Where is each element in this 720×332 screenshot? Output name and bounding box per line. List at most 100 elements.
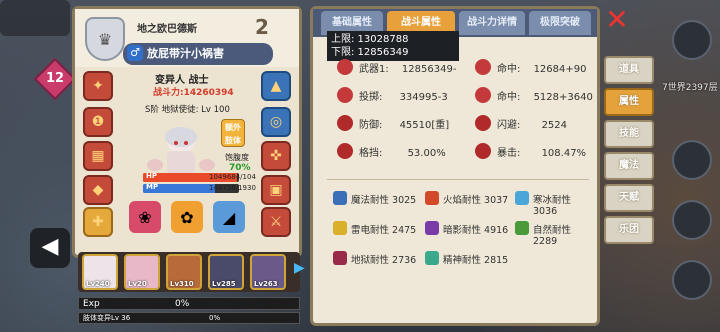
limb-mutation-value: 0% [209,314,221,322]
bottom-item-2[interactable]: ✿ [171,201,203,233]
equip-pants-slot[interactable]: ▣ [261,175,291,205]
resist-spirit: 精神耐性 2815 [443,255,509,266]
bottom-item-1[interactable]: ❀ [129,201,161,233]
resist-nature: 自然耐性 2289 [533,225,572,247]
magic-icon [333,191,347,205]
damage-limit-tooltip: 上限: 13028788 下限: 12856349 [327,31,459,61]
male-icon: ♂ [127,45,143,61]
equip-head-slot[interactable]: ✦ [83,71,113,101]
team-level: Lv285 [212,280,236,288]
equip-ring-slot[interactable]: ◎ [261,107,291,137]
team-level: Lv310 [170,280,194,288]
resist-hell: 地狱耐性 2736 [351,255,417,266]
nature-icon [515,221,529,235]
team-next-arrow-icon[interactable]: ▶ [294,260,305,276]
side-menu-items[interactable]: 道具 [604,56,654,84]
compass-icon[interactable] [672,140,712,180]
team-level: Lv240 [86,280,110,288]
limb-mutation-bar: 肢体变异Lv 36 0% [78,312,300,324]
lightning-icon [333,221,347,235]
extra-limb-button[interactable]: 额外肢体 [221,119,245,147]
stats-panel: 基础属性 战斗属性 战斗力详情 极限突破 上限: 13028788 下限: 12… [310,6,600,326]
character-number: 2 [255,15,269,39]
equip-glove-slot[interactable]: ✜ [261,141,291,171]
hunger-value: 70% [229,163,251,173]
potion-icon[interactable] [672,200,712,240]
bottom-item-3[interactable]: ◢ [213,201,245,233]
bag-icon[interactable] [672,260,712,300]
resist-lightning: 雷电耐性 2475 [351,225,417,236]
left-nav-arrow[interactable]: ◀ [30,228,70,268]
stat-dodge: 闪避: 2524 [497,120,568,131]
character-name: 地之欧巴德斯 [137,24,197,35]
target-icon [475,87,491,103]
stat-crit: 暴击: 108.47% [497,148,587,159]
character-panel: ♛ 地之欧巴德斯 ♂ 放屁带汁小祸害 2 变异人 战士 战斗力:14260394… [72,6,302,258]
shadow-icon [425,221,439,235]
tab-limit-break[interactable]: 极限突破 [529,11,591,35]
hunger-label: 饱腹度 [225,153,249,162]
team-member-2[interactable]: Lv20 [124,254,160,290]
crit-icon [475,143,491,159]
shield-icon [337,115,353,131]
team-level: Lv263 [254,280,278,288]
resist-shadow: 暗影耐性 4916 [443,225,509,236]
team-member-1[interactable]: Lv240 [82,254,118,290]
resist-magic: 魔法耐性 3025 [351,195,417,206]
tab-power-details[interactable]: 战斗力详情 [459,11,525,35]
side-menu-band[interactable]: 乐团 [604,216,654,244]
equip-weapon-slot[interactable]: ⚔ [261,207,291,237]
equip-helmet-slot[interactable]: ▲ [261,71,291,101]
team-member-4[interactable]: Lv285 [208,254,244,290]
ice-icon [515,191,529,205]
exp-label: Exp [83,299,100,309]
world-label: 7世界2397层 [662,83,718,93]
team-level: Lv20 [128,280,147,288]
mp-value: 144756/1930 [209,184,256,192]
equip-belt-slot[interactable]: ◆ [83,175,113,205]
equip-boots-slot[interactable]: ✚ [83,207,113,237]
character-header: ♛ 地之欧巴德斯 ♂ 放屁带汁小祸害 2 [75,9,299,67]
equip-neck-slot[interactable]: ❶ [83,107,113,137]
resist-fire: 火焰耐性 3037 [443,195,509,206]
team-member-5[interactable]: Lv263 [250,254,286,290]
crest-icon: ♛ [85,17,125,61]
stat-defense: 防御: 45510[重] [359,120,450,131]
map-icon[interactable] [672,20,712,60]
resist-ice: 寒冰耐性 3036 [533,195,572,217]
hell-icon [333,251,347,265]
character-title: ♂ 放屁带汁小祸害 [123,43,273,65]
top-left-hud [0,0,70,36]
lower-limit: 下限: 12856349 [331,47,409,58]
equip-armor-slot[interactable]: ▦ [83,141,113,171]
block-icon [337,143,353,159]
stats-divider [327,179,589,180]
exp-value: 0% [175,299,190,309]
character-power: 战斗力:14260394 [153,88,234,98]
limb-mutation-label: 肢体变异Lv 36 [83,314,131,322]
team-bar: Lv240 Lv20 Lv310 Lv285 Lv263 [78,252,300,292]
mp-label: MP [146,184,159,191]
stat-block: 格挡: 53.00% [359,148,446,159]
target-icon [475,59,491,75]
stat-weapon1: 武器1: 12856349- [359,64,457,75]
side-menu-talent[interactable]: 天赋 [604,184,654,212]
character-title-text: 放屁带汁小祸害 [147,47,224,60]
dodge-icon [475,115,491,131]
close-icon[interactable]: ✕ [604,6,630,34]
team-member-3[interactable]: Lv310 [166,254,202,290]
fire-icon [425,191,439,205]
hp-value: 1049684/104 [209,173,256,181]
side-menu-skills[interactable]: 技能 [604,120,654,148]
stat-throw: 投掷: 334995-3 [359,92,448,103]
side-menu-magic[interactable]: 魔法 [604,152,654,180]
upper-limit: 上限: 13028788 [331,34,409,45]
stat-accuracy-2: 命中: 5128+3640 [497,92,593,103]
sword-icon [337,59,353,75]
hp-label: HP [146,173,157,180]
character-class: 变异人 战士 [155,75,209,86]
side-menu-attributes[interactable]: 属性 [604,88,654,116]
spirit-icon [425,251,439,265]
throw-icon [337,87,353,103]
stat-accuracy-1: 命中: 12684+90 [497,64,587,75]
